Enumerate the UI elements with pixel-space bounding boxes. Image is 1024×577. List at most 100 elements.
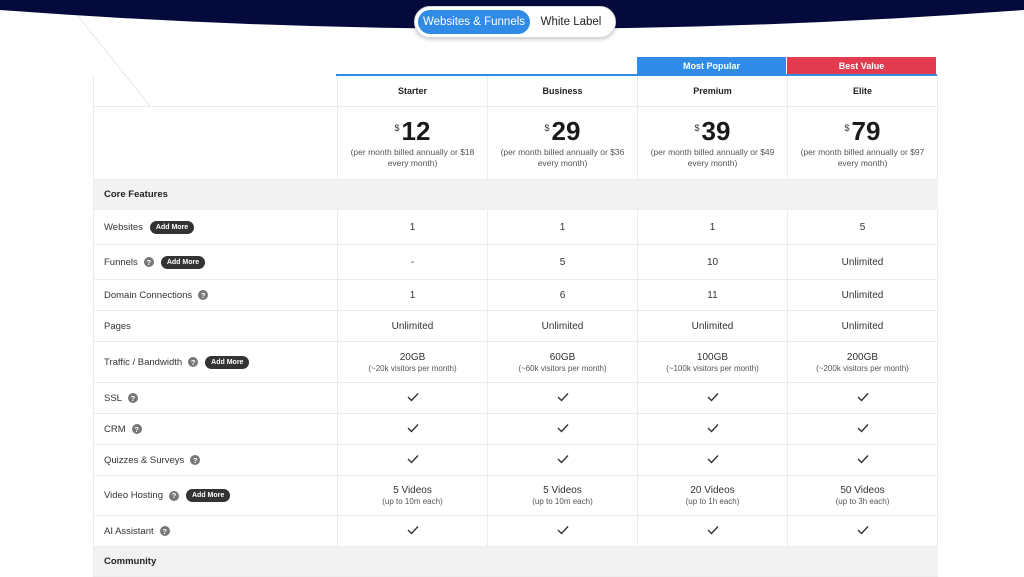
plan-name-label: Starter	[397, 86, 427, 96]
add-more-button[interactable]: Add More	[185, 489, 231, 502]
feature-value-cell: Unlimited	[788, 245, 938, 279]
feature-label-cell: Quizzes & Surveys?	[94, 445, 338, 475]
section-title: Core Features	[104, 189, 168, 200]
help-icon[interactable]: ?	[190, 455, 201, 465]
price-note: (per month billed annually or $36 every …	[500, 147, 625, 168]
feature-label: AI Assistant	[104, 525, 154, 537]
feature-value-cell	[788, 383, 938, 413]
feature-value-cell: 60GB (~60k visitors per month)	[488, 342, 638, 382]
feature-value-cell: 100GB (~100k visitors per month)	[638, 342, 788, 382]
feature-value-cell: 10	[638, 245, 788, 279]
feature-value-cell	[638, 516, 788, 546]
toggle-white-label[interactable]: White Label	[530, 10, 612, 34]
feature-label: CRM	[104, 423, 126, 435]
feature-label: SSL	[104, 392, 122, 404]
feature-value-cell: Unlimited	[488, 311, 638, 341]
add-more-button[interactable]: Add More	[160, 255, 206, 269]
feature-value: Unlimited	[841, 289, 884, 301]
feature-label: Domain Connections	[104, 289, 193, 301]
check-icon	[707, 392, 719, 405]
add-more-button[interactable]: Add More	[149, 220, 195, 234]
feature-value-cell	[488, 414, 638, 444]
feature-value-cell	[638, 445, 788, 475]
plan-name-starter: Starter	[338, 76, 488, 106]
feature-value-cell	[638, 414, 788, 444]
feature-subvalue: (up to 3h each)	[835, 497, 890, 506]
feature-label: Pages	[104, 320, 131, 332]
feature-subvalue: (~200k visitors per month)	[816, 363, 909, 373]
feature-value-cell: 5 Videos (up to 10m each)	[338, 476, 488, 515]
currency-symbol: $	[844, 123, 850, 133]
feature-value: Unlimited	[391, 320, 434, 332]
price-starter: $12 (per month billed annually or $18 ev…	[338, 107, 488, 179]
feature-label-cell: SSL?	[94, 383, 338, 413]
feature-value: 20GB	[399, 351, 426, 363]
feature-value-cell: 1	[488, 210, 638, 244]
price-note: (per month billed annually or $18 every …	[350, 147, 475, 168]
help-icon[interactable]: ?	[168, 490, 179, 501]
feature-value-cell	[338, 445, 488, 475]
section-title: Community	[104, 556, 157, 567]
help-icon[interactable]: ?	[143, 257, 154, 267]
feature-label-cell: Video Hosting? Add More	[94, 476, 338, 515]
feature-value-cell	[788, 516, 938, 546]
help-icon[interactable]: ?	[159, 526, 170, 536]
feature-subvalue: (up to 10m each)	[532, 497, 593, 506]
feature-value: Unlimited	[841, 256, 884, 268]
help-icon[interactable]: ?	[188, 357, 199, 367]
feature-subvalue: (~100k visitors per month)	[666, 363, 759, 373]
best-value-badge: Best Value	[787, 57, 936, 74]
feature-value: 5	[859, 221, 866, 233]
feature-value-cell: Unlimited	[788, 311, 938, 341]
feature-subvalue: (~60k visitors per month)	[518, 363, 607, 373]
feature-value: 11	[707, 289, 718, 301]
check-icon	[557, 454, 569, 467]
feature-value-cell: 1	[338, 210, 488, 244]
plan-name-label: Business	[542, 86, 583, 96]
check-icon	[707, 454, 719, 467]
toggle-websites-funnels[interactable]: Websites & Funnels	[418, 10, 530, 34]
feature-value-cell: 5	[488, 245, 638, 279]
price-amount: 39	[701, 116, 731, 146]
feature-value: Unlimited	[541, 320, 584, 332]
check-icon	[857, 454, 869, 467]
check-icon	[557, 525, 569, 538]
check-icon	[557, 392, 569, 405]
currency-symbol: $	[694, 123, 700, 133]
feature-value: 1	[409, 221, 416, 233]
plan-name-label: Premium	[693, 86, 732, 96]
feature-value-cell	[638, 383, 788, 413]
feature-value-cell	[338, 383, 488, 413]
feature-row: Quizzes & Surveys?	[94, 445, 938, 476]
price-amount: 29	[551, 116, 581, 146]
section-community: Community	[94, 547, 938, 577]
feature-value: 50 Videos	[840, 485, 885, 496]
feature-value-cell	[338, 516, 488, 546]
check-icon	[557, 423, 569, 436]
add-more-button[interactable]: Add More	[205, 355, 250, 369]
price-elite: $79 (per month billed annually or $97 ev…	[788, 107, 938, 179]
feature-row: Funnels? Add More - 5 10 Unlimited	[94, 245, 938, 280]
help-icon[interactable]: ?	[198, 290, 209, 300]
feature-value: Unlimited	[691, 320, 734, 332]
feature-value: 10	[706, 256, 719, 268]
plan-type-toggle[interactable]: Websites & Funnels White Label	[414, 6, 616, 38]
feature-value-cell: 6	[488, 280, 638, 310]
feature-value-cell: Unlimited	[638, 311, 788, 341]
feature-value-cell: Unlimited	[338, 311, 488, 341]
help-icon[interactable]: ?	[127, 393, 138, 403]
price-premium: $39 (per month billed annually or $49 ev…	[638, 107, 788, 179]
feature-value-cell: 1	[338, 280, 488, 310]
section-core-features: Core Features	[94, 180, 938, 210]
feature-value-cell: 11	[638, 280, 788, 310]
feature-row: Websites Add More 1 1 1 5	[94, 210, 938, 245]
help-icon[interactable]: ?	[131, 424, 142, 434]
feature-value: 1	[559, 221, 566, 233]
feature-value: 60GB	[549, 351, 576, 363]
feature-label-cell: CRM?	[94, 414, 338, 444]
feature-value-cell: 50 Videos (up to 3h each)	[788, 476, 938, 515]
feature-value: 20 Videos	[690, 485, 735, 496]
feature-subvalue: (up to 10m each)	[382, 497, 443, 506]
feature-label-cell: Websites Add More	[94, 210, 338, 244]
feature-row: CRM?	[94, 414, 938, 445]
